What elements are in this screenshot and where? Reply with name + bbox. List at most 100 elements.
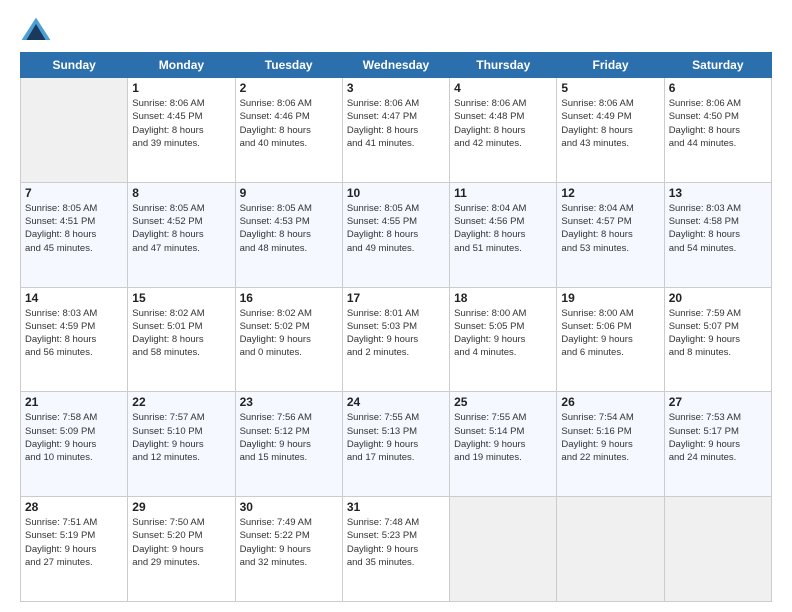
day-number: 20 (669, 291, 767, 305)
day-number: 14 (25, 291, 123, 305)
day-number: 17 (347, 291, 445, 305)
calendar-cell (21, 78, 128, 183)
day-info: Sunrise: 8:05 AMSunset: 4:52 PMDaylight:… (132, 202, 230, 255)
day-info: Sunrise: 7:50 AMSunset: 5:20 PMDaylight:… (132, 516, 230, 569)
day-info: Sunrise: 8:06 AMSunset: 4:45 PMDaylight:… (132, 97, 230, 150)
calendar-cell: 30 Sunrise: 7:49 AMSunset: 5:22 PMDayligh… (235, 497, 342, 602)
calendar-cell: 31 Sunrise: 7:48 AMSunset: 5:23 PMDayligh… (342, 497, 449, 602)
day-info: Sunrise: 8:00 AMSunset: 5:06 PMDaylight:… (561, 307, 659, 360)
day-info: Sunrise: 7:49 AMSunset: 5:22 PMDaylight:… (240, 516, 338, 569)
calendar-body: 1Sunrise: 8:06 AMSunset: 4:45 PMDaylight… (21, 78, 772, 602)
weekday-header-sunday: Sunday (21, 53, 128, 78)
calendar-cell: 8 Sunrise: 8:05 AMSunset: 4:52 PMDaylight… (128, 182, 235, 287)
day-info: Sunrise: 8:03 AMSunset: 4:58 PMDaylight:… (669, 202, 767, 255)
day-number: 16 (240, 291, 338, 305)
calendar-week-1: 1Sunrise: 8:06 AMSunset: 4:45 PMDaylight… (21, 78, 772, 183)
calendar-cell (664, 497, 771, 602)
weekday-header-saturday: Saturday (664, 53, 771, 78)
calendar-week-5: 28 Sunrise: 7:51 AMSunset: 5:19 PMDayligh… (21, 497, 772, 602)
day-info: Sunrise: 8:04 AMSunset: 4:56 PMDaylight:… (454, 202, 552, 255)
calendar-week-4: 21 Sunrise: 7:58 AMSunset: 5:09 PMDayligh… (21, 392, 772, 497)
day-number: 28 (25, 500, 123, 514)
calendar-cell: 11Sunrise: 8:04 AMSunset: 4:56 PMDayligh… (450, 182, 557, 287)
calendar-cell: 28 Sunrise: 7:51 AMSunset: 5:19 PMDayligh… (21, 497, 128, 602)
page: SundayMondayTuesdayWednesdayThursdayFrid… (0, 0, 792, 612)
day-info: Sunrise: 7:51 AMSunset: 5:19 PMDaylight:… (25, 516, 123, 569)
weekday-header-tuesday: Tuesday (235, 53, 342, 78)
calendar-cell: 18 Sunrise: 8:00 AMSunset: 5:05 PMDayligh… (450, 287, 557, 392)
day-info: Sunrise: 8:05 AMSunset: 4:51 PMDaylight:… (25, 202, 123, 255)
calendar-cell: 21 Sunrise: 7:58 AMSunset: 5:09 PMDayligh… (21, 392, 128, 497)
calendar-week-3: 14 Sunrise: 8:03 AMSunset: 4:59 PMDayligh… (21, 287, 772, 392)
day-info: Sunrise: 8:02 AMSunset: 5:02 PMDaylight:… (240, 307, 338, 360)
day-number: 10 (347, 186, 445, 200)
day-number: 8 (132, 186, 230, 200)
day-number: 13 (669, 186, 767, 200)
day-number: 23 (240, 395, 338, 409)
day-number: 24 (347, 395, 445, 409)
calendar-cell: 1Sunrise: 8:06 AMSunset: 4:45 PMDaylight… (128, 78, 235, 183)
calendar-header: SundayMondayTuesdayWednesdayThursdayFrid… (21, 53, 772, 78)
calendar-cell (557, 497, 664, 602)
day-info: Sunrise: 7:55 AMSunset: 5:14 PMDaylight:… (454, 411, 552, 464)
day-info: Sunrise: 8:05 AMSunset: 4:55 PMDaylight:… (347, 202, 445, 255)
day-number: 9 (240, 186, 338, 200)
day-number: 27 (669, 395, 767, 409)
day-number: 25 (454, 395, 552, 409)
day-info: Sunrise: 8:03 AMSunset: 4:59 PMDaylight:… (25, 307, 123, 360)
calendar-cell: 27 Sunrise: 7:53 AMSunset: 5:17 PMDayligh… (664, 392, 771, 497)
calendar-cell: 7 Sunrise: 8:05 AMSunset: 4:51 PMDaylight… (21, 182, 128, 287)
day-info: Sunrise: 8:06 AMSunset: 4:50 PMDaylight:… (669, 97, 767, 150)
day-info: Sunrise: 7:53 AMSunset: 5:17 PMDaylight:… (669, 411, 767, 464)
calendar-cell: 10 Sunrise: 8:05 AMSunset: 4:55 PMDayligh… (342, 182, 449, 287)
calendar-cell: 22Sunrise: 7:57 AMSunset: 5:10 PMDayligh… (128, 392, 235, 497)
calendar-cell: 13 Sunrise: 8:03 AMSunset: 4:58 PMDayligh… (664, 182, 771, 287)
day-info: Sunrise: 7:56 AMSunset: 5:12 PMDaylight:… (240, 411, 338, 464)
day-number: 30 (240, 500, 338, 514)
calendar-cell: 19 Sunrise: 8:00 AMSunset: 5:06 PMDayligh… (557, 287, 664, 392)
header (20, 16, 772, 44)
day-number: 15 (132, 291, 230, 305)
day-info: Sunrise: 8:00 AMSunset: 5:05 PMDaylight:… (454, 307, 552, 360)
calendar-cell: 15Sunrise: 8:02 AMSunset: 5:01 PMDayligh… (128, 287, 235, 392)
calendar-table: SundayMondayTuesdayWednesdayThursdayFrid… (20, 52, 772, 602)
day-number: 7 (25, 186, 123, 200)
day-info: Sunrise: 7:54 AMSunset: 5:16 PMDaylight:… (561, 411, 659, 464)
day-number: 19 (561, 291, 659, 305)
calendar-cell: 17 Sunrise: 8:01 AMSunset: 5:03 PMDayligh… (342, 287, 449, 392)
day-info: Sunrise: 8:01 AMSunset: 5:03 PMDaylight:… (347, 307, 445, 360)
day-info: Sunrise: 7:57 AMSunset: 5:10 PMDaylight:… (132, 411, 230, 464)
calendar-cell: 20 Sunrise: 7:59 AMSunset: 5:07 PMDayligh… (664, 287, 771, 392)
calendar-cell: 25 Sunrise: 7:55 AMSunset: 5:14 PMDayligh… (450, 392, 557, 497)
calendar-cell: 16 Sunrise: 8:02 AMSunset: 5:02 PMDayligh… (235, 287, 342, 392)
day-info: Sunrise: 8:05 AMSunset: 4:53 PMDaylight:… (240, 202, 338, 255)
day-info: Sunrise: 7:48 AMSunset: 5:23 PMDaylight:… (347, 516, 445, 569)
day-number: 5 (561, 81, 659, 95)
day-number: 12 (561, 186, 659, 200)
day-info: Sunrise: 8:06 AMSunset: 4:46 PMDaylight:… (240, 97, 338, 150)
calendar-cell: 24 Sunrise: 7:55 AMSunset: 5:13 PMDayligh… (342, 392, 449, 497)
calendar-cell: 2Sunrise: 8:06 AMSunset: 4:46 PMDaylight… (235, 78, 342, 183)
weekday-header-friday: Friday (557, 53, 664, 78)
weekday-header-row: SundayMondayTuesdayWednesdayThursdayFrid… (21, 53, 772, 78)
day-number: 6 (669, 81, 767, 95)
calendar-cell: 3Sunrise: 8:06 AMSunset: 4:47 PMDaylight… (342, 78, 449, 183)
day-number: 4 (454, 81, 552, 95)
day-info: Sunrise: 8:06 AMSunset: 4:47 PMDaylight:… (347, 97, 445, 150)
day-info: Sunrise: 8:06 AMSunset: 4:49 PMDaylight:… (561, 97, 659, 150)
day-number: 18 (454, 291, 552, 305)
calendar-cell: 29 Sunrise: 7:50 AMSunset: 5:20 PMDayligh… (128, 497, 235, 602)
calendar-cell: 9 Sunrise: 8:05 AMSunset: 4:53 PMDaylight… (235, 182, 342, 287)
calendar-cell (450, 497, 557, 602)
day-number: 21 (25, 395, 123, 409)
day-number: 31 (347, 500, 445, 514)
calendar-cell: 14 Sunrise: 8:03 AMSunset: 4:59 PMDayligh… (21, 287, 128, 392)
day-info: Sunrise: 7:59 AMSunset: 5:07 PMDaylight:… (669, 307, 767, 360)
weekday-header-monday: Monday (128, 53, 235, 78)
calendar-week-2: 7 Sunrise: 8:05 AMSunset: 4:51 PMDaylight… (21, 182, 772, 287)
calendar-cell: 5 Sunrise: 8:06 AMSunset: 4:49 PMDaylight… (557, 78, 664, 183)
day-number: 29 (132, 500, 230, 514)
day-number: 26 (561, 395, 659, 409)
day-info: Sunrise: 7:58 AMSunset: 5:09 PMDaylight:… (25, 411, 123, 464)
day-info: Sunrise: 7:55 AMSunset: 5:13 PMDaylight:… (347, 411, 445, 464)
